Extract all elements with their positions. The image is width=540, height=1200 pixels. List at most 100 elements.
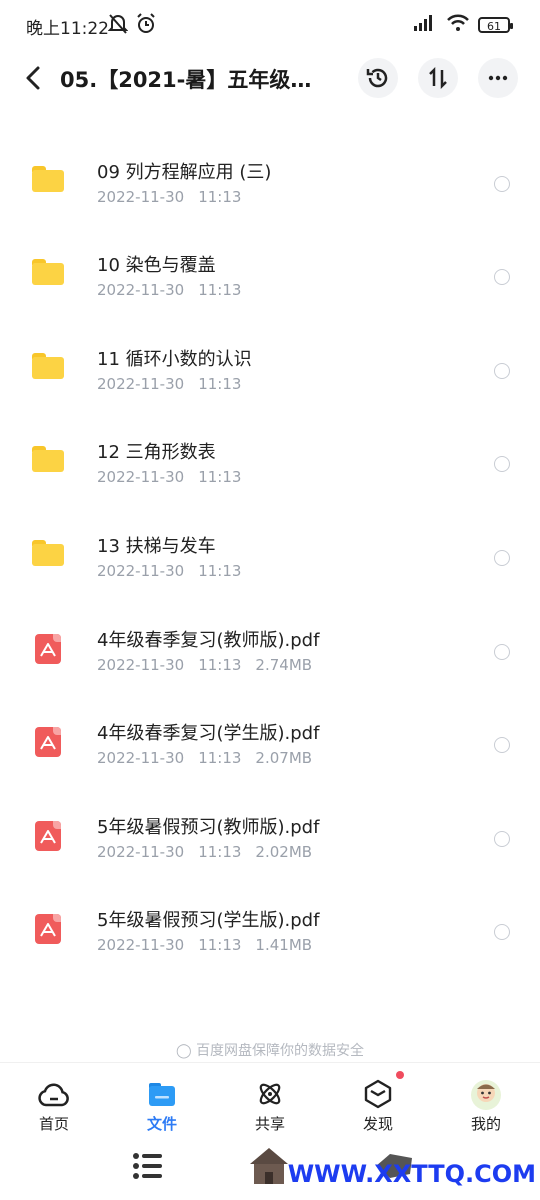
file-date: 2022-11-30 [97,374,185,393]
folder-icon [32,259,64,287]
status-bar: 晚上11:22 61 [0,0,540,52]
file-name: 13 扶梯与发车 [97,536,216,557]
select-radio[interactable] [494,737,510,754]
select-radio[interactable] [494,830,510,847]
pdf-icon [32,633,64,664]
folder-icon [146,1079,178,1109]
select-radio[interactable] [494,175,510,192]
file-name: 5年级暑假预习(学生版).pdf [97,910,320,932]
file-time: 11:13 [198,187,242,206]
battery-icon: 61 [478,17,513,33]
select-radio[interactable] [494,643,510,660]
file-meta: 2022-11-30 11:13 2.07MB [97,749,326,767]
file-row[interactable]: 09 列方程解应用 (三) 2022-11-30 11:13 [0,140,540,234]
file-time: 11:13 [198,374,242,393]
tab-mine[interactable]: 我的 [432,1063,540,1137]
folder-icon [32,446,64,474]
file-size: 2.02MB [255,842,313,861]
file-row[interactable]: 4年级春季复习(教师版).pdf 2022-11-30 11:13 2.74MB [0,608,540,702]
file-row[interactable]: 5年级暑假预习(学生版).pdf 2022-11-30 11:13 1.41MB [0,888,540,982]
tab-discover-label: 发现 [362,1115,393,1133]
tab-share[interactable]: 共享 [216,1063,324,1137]
file-time: 11:13 [198,936,242,955]
file-row[interactable]: 4年级春季复习(学生版).pdf 2022-11-30 11:13 2.07MB [0,701,540,795]
atom-icon [254,1079,286,1109]
file-name: 5年级暑假预习(教师版).pdf [97,816,320,838]
file-name: 4年级春季复习(学生版).pdf [97,723,320,745]
select-radio[interactable] [494,550,510,566]
security-note: ◯ 百度网盘保障你的数据安全 [175,1043,365,1059]
select-radio[interactable] [494,456,510,473]
file-time: 11:13 [198,562,242,580]
page-title: 05.【2021-暑】五年级数... [60,68,330,92]
file-meta: 2022-11-30 11:13 2.74MB [97,656,326,674]
file-row[interactable]: 10 染色与覆盖 2022-11-30 11:13 [0,233,540,327]
home-cloud-icon [38,1079,70,1109]
menu-icon[interactable] [130,1148,166,1188]
tab-mine-label: 我的 [470,1115,501,1133]
watermark: WWW.XXTTQ.COM [287,1160,536,1188]
file-meta: 2022-11-30 11:13 [97,562,255,580]
more-icon [488,75,508,81]
file-name: 09 列方程解应用 (三) [97,161,272,183]
home-house-icon[interactable] [246,1142,292,1194]
select-radio[interactable] [494,269,510,286]
file-list: 2022-11-3011:1309 列方程解应用 (三)2022-11-3011… [0,108,540,1048]
file-date: 2022-11-30 [97,749,185,768]
tab-files[interactable]: 文件 [108,1063,216,1137]
more-button[interactable] [478,58,518,98]
file-name: 11 循环小数的认识 [97,348,252,370]
tab-share-label: 共享 [254,1115,285,1133]
back-button[interactable] [18,62,50,94]
tab-home-label: 首页 [38,1115,69,1133]
select-radio[interactable] [494,362,510,379]
file-name: 10 染色与覆盖 [97,255,216,277]
file-time: 11:13 [198,655,242,674]
shield-icon: ◯ [175,1043,192,1059]
file-date: 2022-11-30 [97,187,185,206]
header: 05.【2021-暑】五年级数... [0,52,540,108]
pdf-icon [32,727,64,758]
file-row[interactable]: 13 扶梯与发车 2022-11-30 11:13 [0,514,540,608]
file-size: 1.41MB [255,936,313,955]
file-row[interactable]: 5年级暑假预习(教师版).pdf 2022-11-30 11:13 2.02MB [0,795,540,889]
tab-home[interactable]: 首页 [0,1063,108,1137]
sort-button[interactable] [418,58,458,98]
file-time: 11:13 [198,281,242,300]
file-date: 2022-11-30 [97,842,185,861]
file-name: 12 三角形数表 [97,442,216,464]
file-meta: 2022-11-30 11:13 [97,281,255,299]
select-radio[interactable] [494,924,510,941]
folder-icon [32,165,64,194]
file-row[interactable]: 12 三角形数表 2022-11-30 11:13 [0,420,540,514]
history-icon [366,68,388,88]
file-date: 2022-11-30 [97,562,185,580]
bottom-tab-bar: 首页 文件 共享 发现 我的 [0,1062,540,1137]
pdf-icon [32,820,64,851]
file-date: 2022-11-30 [97,108,184,112]
history-button[interactable] [358,58,398,98]
file-time: 11:13 [198,108,241,112]
file-name: 4年级春季复习(教师版).pdf [97,629,320,651]
file-date: 2022-11-30 [97,655,185,674]
status-time: 晚上11:22 [26,19,109,39]
tab-discover[interactable]: 发现 [324,1063,432,1137]
alarm-icon [136,13,156,39]
file-time: 11:13 [198,842,242,861]
tab-files-label: 文件 [146,1115,177,1133]
sort-icon [429,66,447,90]
file-date: 2022-11-30 [97,281,185,300]
system-navigation-bar: WWW.XXTTQ.COM [0,1136,540,1200]
file-row[interactable]: 2022-11-30 11:13 [0,108,540,140]
file-meta: 2022-11-30 11:13 [97,375,255,393]
file-time: 11:13 [198,468,242,487]
folder-icon [32,540,64,568]
file-row[interactable]: 11 循环小数的认识 2022-11-30 11:13 [0,327,540,421]
file-meta: 2022-11-30 11:13 [97,188,255,206]
file-meta: 2022-11-30 11:13 [97,108,255,112]
file-time: 11:13 [198,749,242,768]
avatar [470,1079,502,1110]
file-size: 2.07MB [255,749,313,768]
wifi-icon [446,14,470,36]
mute-icon [107,13,129,39]
